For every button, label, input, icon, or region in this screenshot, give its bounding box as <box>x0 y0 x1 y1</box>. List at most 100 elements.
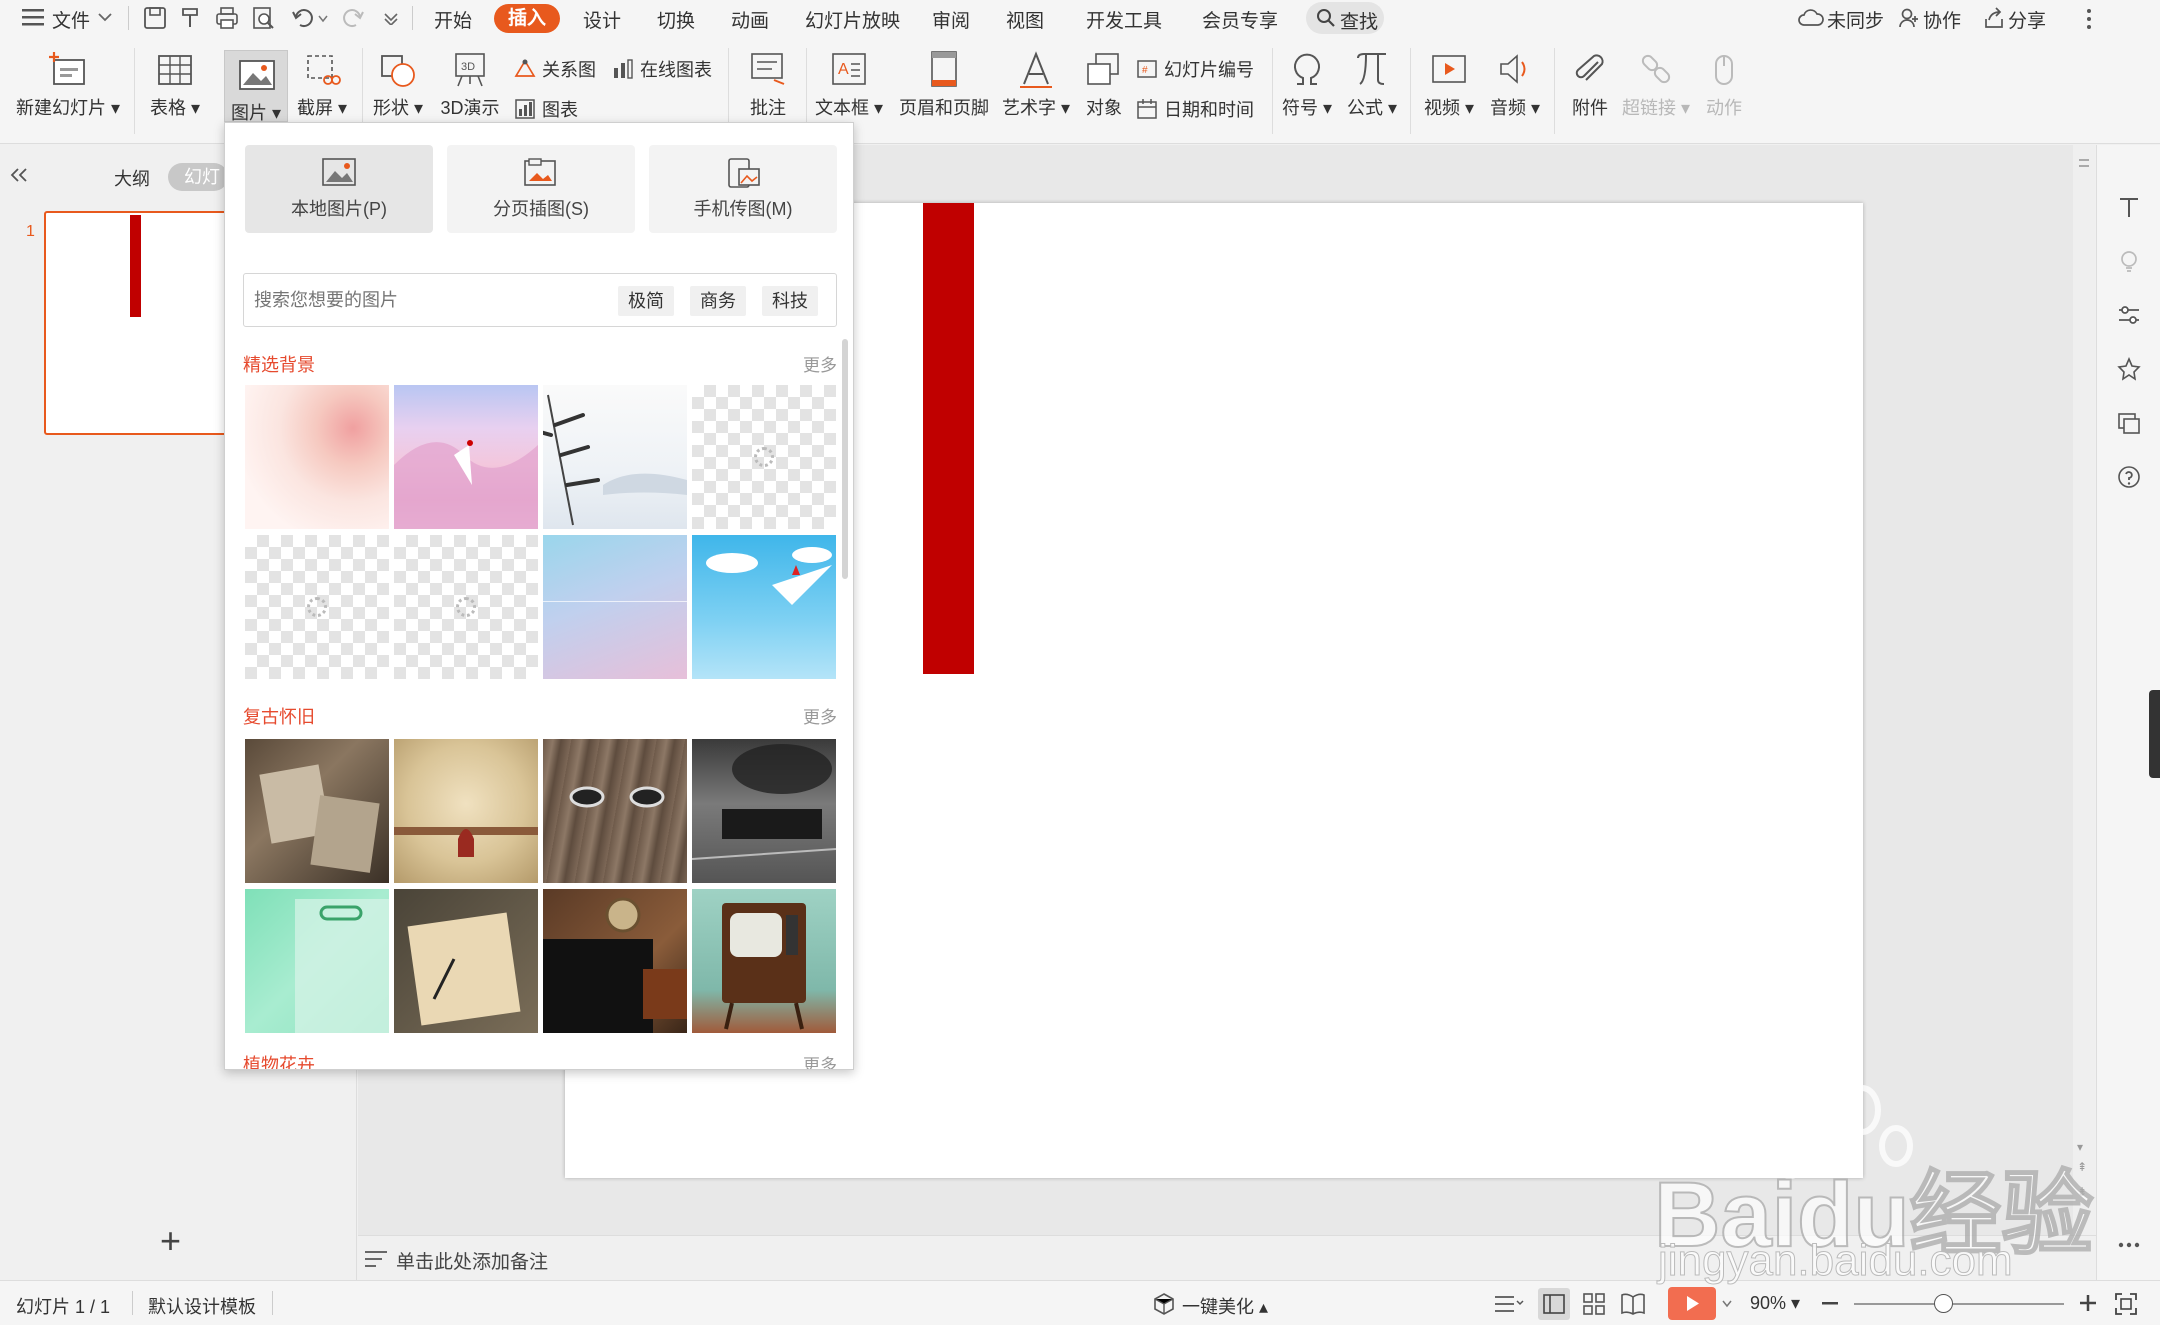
redo-icon[interactable] <box>340 5 366 31</box>
slide-sorter-icon[interactable] <box>1582 1292 1606 1316</box>
section-more-vintage[interactable]: 更多 <box>803 703 837 728</box>
tag-minimal[interactable]: 极简 <box>618 286 674 316</box>
beautify-button[interactable]: 一键美化 ▴ <box>1182 1293 1268 1319</box>
text-style-icon[interactable] <box>2117 195 2141 219</box>
chart-button[interactable]: 图表 <box>514 96 578 122</box>
tab-slideshow[interactable]: 幻灯片放映 <box>805 6 900 33</box>
scroll-up-icon[interactable] <box>2079 159 2089 161</box>
vintage-thumb-wood-rings[interactable] <box>543 739 687 883</box>
vintage-thumb-old-photos[interactable] <box>245 739 389 883</box>
tab-design[interactable]: 设计 <box>583 6 621 33</box>
vintage-thumb-notebook[interactable] <box>394 889 538 1033</box>
sync-status[interactable]: 未同步 <box>1827 6 1884 33</box>
slide-red-bar[interactable] <box>923 203 974 674</box>
new-slide-button[interactable]: 新建幻灯片 ▾ <box>16 50 120 120</box>
picture-button[interactable]: 图片 ▾ <box>224 50 288 123</box>
formula-button[interactable]: 公式 ▾ <box>1344 50 1400 120</box>
relation-button[interactable]: 关系图 <box>514 56 596 82</box>
scroll-up-icon-2[interactable] <box>2079 165 2089 167</box>
online-chart-button[interactable]: 在线图表 <box>612 56 712 82</box>
slide-thumbnail[interactable] <box>44 211 230 435</box>
symbol-button[interactable]: 符号 ▾ <box>1280 50 1334 120</box>
audio-button[interactable]: 音频 ▾ <box>1486 50 1544 120</box>
play-slideshow-button[interactable] <box>1668 1287 1716 1320</box>
cloud-sync-icon[interactable] <box>1798 7 1824 29</box>
collab-icon[interactable] <box>1898 7 1920 29</box>
save-icon[interactable] <box>142 5 168 31</box>
page-insert-button[interactable]: 分页插图(S) <box>447 145 635 233</box>
hamburger-icon[interactable] <box>22 8 44 26</box>
fit-window-icon[interactable] <box>2114 1292 2138 1316</box>
screenshot-button[interactable]: 截屏 ▾ <box>290 50 354 120</box>
adjust-icon[interactable] <box>2117 303 2141 327</box>
dropdown-scrollbar[interactable] <box>842 339 848 579</box>
tab-insert[interactable]: 插入 <box>494 4 560 33</box>
tab-outline[interactable]: 大纲 <box>114 165 150 191</box>
bg-thumb-sky-paper-plane[interactable] <box>692 535 836 679</box>
add-slide-button[interactable]: + <box>160 1223 181 1259</box>
print-preview-icon[interactable] <box>250 5 276 31</box>
tab-review[interactable]: 审阅 <box>932 6 970 33</box>
tab-developer[interactable]: 开发工具 <box>1086 6 1162 33</box>
print-icon[interactable] <box>214 5 240 31</box>
more-horizontal-icon[interactable] <box>2117 1241 2141 1249</box>
local-picture-button[interactable]: 本地图片(P) <box>245 145 433 233</box>
more-vertical-icon[interactable] <box>2086 8 2092 30</box>
comment-button[interactable]: 批注 <box>738 50 798 120</box>
object-button[interactable]: 对象 <box>1080 50 1128 120</box>
share-icon[interactable] <box>1983 7 2005 29</box>
3d-demo-button[interactable]: 3D 3D演示 <box>434 50 506 120</box>
lightbulb-icon[interactable] <box>2117 249 2141 273</box>
zoom-out-icon[interactable] <box>1822 1302 1838 1306</box>
format-painter-icon[interactable] <box>178 5 204 31</box>
chevron-down-icon[interactable] <box>98 12 112 22</box>
beautify-icon[interactable] <box>1152 1292 1176 1316</box>
datetime-button[interactable]: 日期和时间 <box>1136 96 1254 122</box>
video-button[interactable]: 视频 ▾ <box>1420 50 1478 120</box>
bg-thumb-loading-2[interactable] <box>245 535 389 679</box>
tab-animation[interactable]: 动画 <box>731 6 769 33</box>
zoom-slider[interactable] <box>1854 1303 2064 1305</box>
tab-member[interactable]: 会员专享 <box>1202 6 1278 33</box>
bg-thumb-loading-1[interactable] <box>692 385 836 529</box>
undo-dropdown-icon[interactable] <box>318 15 328 23</box>
picture-search-input[interactable] <box>254 284 614 316</box>
bg-thumb-gradient-pink-blue[interactable] <box>543 535 687 679</box>
help-icon[interactable] <box>2117 465 2141 489</box>
vintage-thumb-mint-paper[interactable] <box>245 889 389 1033</box>
undo-icon[interactable] <box>290 5 316 31</box>
menu-file[interactable]: 文件 <box>52 6 90 33</box>
notes-placeholder[interactable]: 单击此处添加备注 <box>396 1247 548 1274</box>
template-name[interactable]: 默认设计模板 <box>148 1293 256 1319</box>
table-button[interactable]: 表格 ▾ <box>144 50 206 120</box>
play-options-icon[interactable] <box>1722 1300 1732 1308</box>
phone-transfer-button[interactable]: 手机传图(M) <box>649 145 837 233</box>
vintage-thumb-beige-room[interactable] <box>394 739 538 883</box>
attachment-button[interactable]: 附件 <box>1562 50 1618 120</box>
vintage-thumb-retro-tv[interactable] <box>692 889 836 1033</box>
vintage-thumb-pocket-watch[interactable] <box>543 889 687 1033</box>
vertical-scrollbar[interactable]: ▾ ⇞ ⇟ <box>2073 145 2095 1235</box>
bg-thumb-pink-watercolor[interactable] <box>245 385 389 529</box>
tag-tech[interactable]: 科技 <box>762 286 818 316</box>
collapse-panel-icon[interactable] <box>10 167 28 183</box>
slide-number-button[interactable]: # 幻灯片编号 <box>1136 56 1254 82</box>
tag-business[interactable]: 商务 <box>690 286 746 316</box>
share-button[interactable]: 分享 <box>2008 6 2046 33</box>
normal-view-button[interactable] <box>1538 1288 1570 1320</box>
bg-thumb-loading-3[interactable] <box>394 535 538 679</box>
bg-thumb-pastel-mountains[interactable] <box>394 385 538 529</box>
tab-view[interactable]: 视图 <box>1006 6 1044 33</box>
tab-slides[interactable]: 幻灯 <box>168 163 228 191</box>
notes-toggle-icon[interactable] <box>1494 1294 1524 1314</box>
vintage-thumb-steam-train[interactable] <box>692 739 836 883</box>
search-button[interactable]: 查找 <box>1306 2 1384 34</box>
section-more-plants[interactable]: 更多 <box>803 1051 837 1069</box>
wordart-button[interactable]: 艺术字 ▾ <box>1002 50 1070 120</box>
tab-home[interactable]: 开始 <box>434 6 472 33</box>
bg-thumb-ink-bamboo[interactable] <box>543 385 687 529</box>
animation-star-icon[interactable] <box>2117 357 2141 381</box>
textbox-button[interactable]: A 文本框 ▾ <box>814 50 884 120</box>
transition-icon[interactable] <box>2117 411 2141 435</box>
zoom-slider-thumb[interactable] <box>1934 1294 1953 1313</box>
